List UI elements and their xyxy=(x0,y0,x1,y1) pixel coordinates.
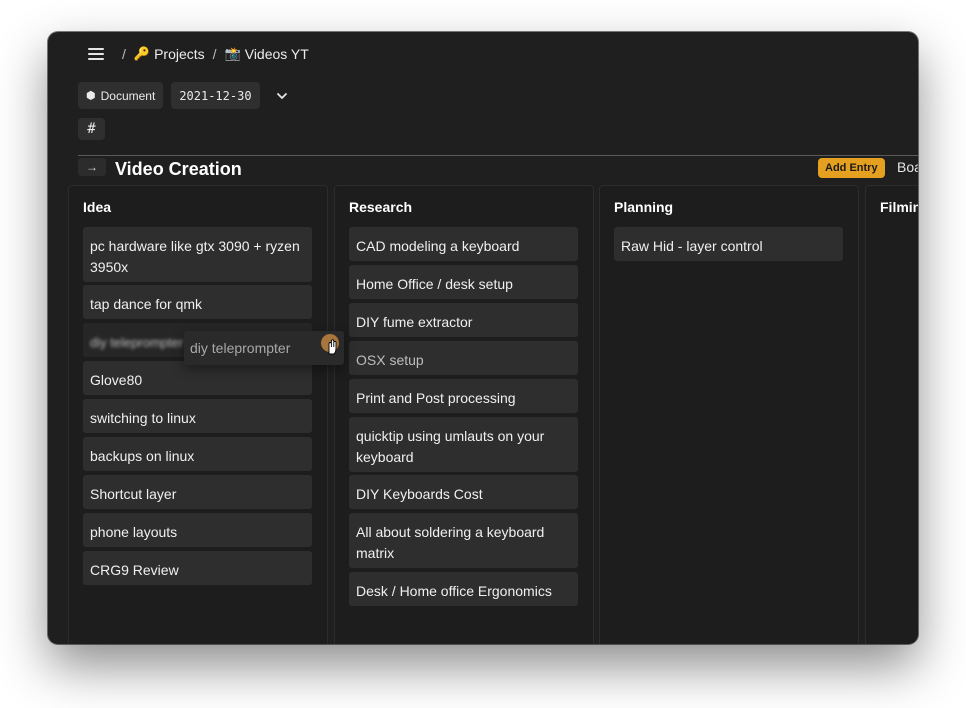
column-title: Filmin xyxy=(880,199,918,215)
kanban-card[interactable]: OSX setup xyxy=(349,341,578,375)
board-title: Video Creation xyxy=(115,159,242,179)
hand-cursor-icon xyxy=(328,339,337,355)
breadcrumb: / 🔑 Projects / 📸 Videos YT xyxy=(88,44,309,64)
dragged-card-label: diy teleprompter xyxy=(190,340,291,356)
column-filming: Filmin xyxy=(865,185,918,644)
breadcrumb-separator: / xyxy=(122,46,126,62)
board-view-tab[interactable]: Boa xyxy=(897,159,918,175)
kanban-card[interactable]: quicktip using umlauts on your keyboard xyxy=(349,417,578,472)
kanban-card[interactable]: Print and Post processing xyxy=(349,379,578,413)
key-icon: 🔑 xyxy=(133,46,151,61)
date-pill[interactable]: 2021-12-30 xyxy=(171,82,260,109)
breadcrumb-separator: / xyxy=(212,46,217,62)
column-title: Planning xyxy=(614,199,674,215)
breadcrumb-videos-yt[interactable]: 📸 Videos YT xyxy=(225,46,309,62)
breadcrumb-projects-label: Projects xyxy=(154,46,205,62)
breadcrumb-projects[interactable]: 🔑 Projects xyxy=(134,46,205,62)
hamburger-menu-icon[interactable] xyxy=(88,48,104,60)
document-properties: ⬢ Document 2021-12-30 xyxy=(78,82,288,109)
kanban-card[interactable]: tap dance for qmk xyxy=(83,285,312,319)
document-type-pill[interactable]: ⬢ Document xyxy=(78,82,164,109)
arrow-right-icon: → xyxy=(86,160,98,174)
dragged-card-ghost[interactable]: diy teleprompter xyxy=(184,331,344,365)
kanban-card[interactable]: pc hardware like gtx 3090 + ryzen 3950x xyxy=(83,227,312,282)
kanban-card[interactable]: CAD modeling a keyboard xyxy=(349,227,578,261)
kanban-card[interactable]: CRG9 Review xyxy=(83,551,312,585)
breadcrumb-videos-label: Videos YT xyxy=(244,46,309,62)
kanban-card[interactable]: Glove80 xyxy=(83,361,312,395)
kanban-card[interactable]: backups on linux xyxy=(83,437,312,471)
column-title: Idea xyxy=(83,199,112,215)
kanban-card[interactable]: DIY fume extractor xyxy=(349,303,578,337)
cube-icon: ⬢ xyxy=(86,90,96,102)
kanban-card[interactable]: Raw Hid - layer control xyxy=(614,227,843,261)
kanban-card[interactable]: Home Office / desk setup xyxy=(349,265,578,299)
tag-button[interactable]: # xyxy=(78,118,105,140)
kanban-card[interactable]: Shortcut layer xyxy=(83,475,312,509)
collapse-toggle-button[interactable]: → xyxy=(78,158,106,176)
kanban-card[interactable]: Desk / Home office Ergonomics xyxy=(349,572,578,606)
camera-icon: 📸 xyxy=(224,46,241,61)
add-entry-button[interactable]: Add Entry xyxy=(818,158,885,178)
chevron-down-icon[interactable] xyxy=(276,90,288,102)
kanban-card[interactable]: All about soldering a keyboard matrix xyxy=(349,513,578,568)
document-type-label: Document xyxy=(100,88,156,103)
kanban-card[interactable]: DIY Keyboards Cost xyxy=(349,475,578,509)
board-header: → Video Creation Add Entry Boa xyxy=(78,158,918,182)
column-title: Research xyxy=(349,199,413,215)
kanban-card[interactable]: phone layouts xyxy=(83,513,312,547)
app-window: / 🔑 Projects / 📸 Videos YT ⬢ Document 20… xyxy=(48,32,918,644)
placeholder-label: diy teleprompter xyxy=(90,335,184,350)
divider xyxy=(78,155,918,156)
kanban-card[interactable]: switching to linux xyxy=(83,399,312,433)
